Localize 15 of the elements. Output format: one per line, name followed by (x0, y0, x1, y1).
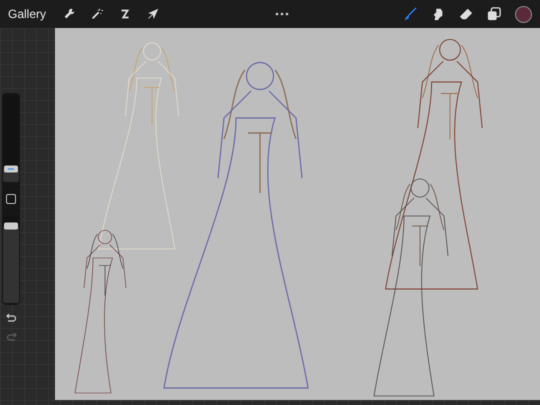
smudge-finger-icon[interactable] (431, 7, 445, 21)
magic-wand-icon[interactable] (90, 7, 104, 21)
arrow-cursor-icon[interactable] (146, 7, 160, 21)
gallery-button[interactable]: Gallery (8, 7, 46, 21)
slider-thumb[interactable] (4, 166, 18, 173)
brush-size-slider[interactable] (3, 95, 19, 182)
color-swatch[interactable] (515, 6, 532, 22)
slider-thumb[interactable] (4, 222, 18, 230)
undo-icon[interactable] (6, 313, 16, 322)
eraser-icon[interactable] (459, 7, 473, 21)
brush-icon[interactable] (403, 7, 417, 21)
more-icon[interactable] (274, 12, 288, 16)
layers-icon[interactable] (487, 7, 501, 21)
wrench-icon[interactable] (62, 7, 76, 21)
modify-button[interactable] (6, 194, 16, 204)
